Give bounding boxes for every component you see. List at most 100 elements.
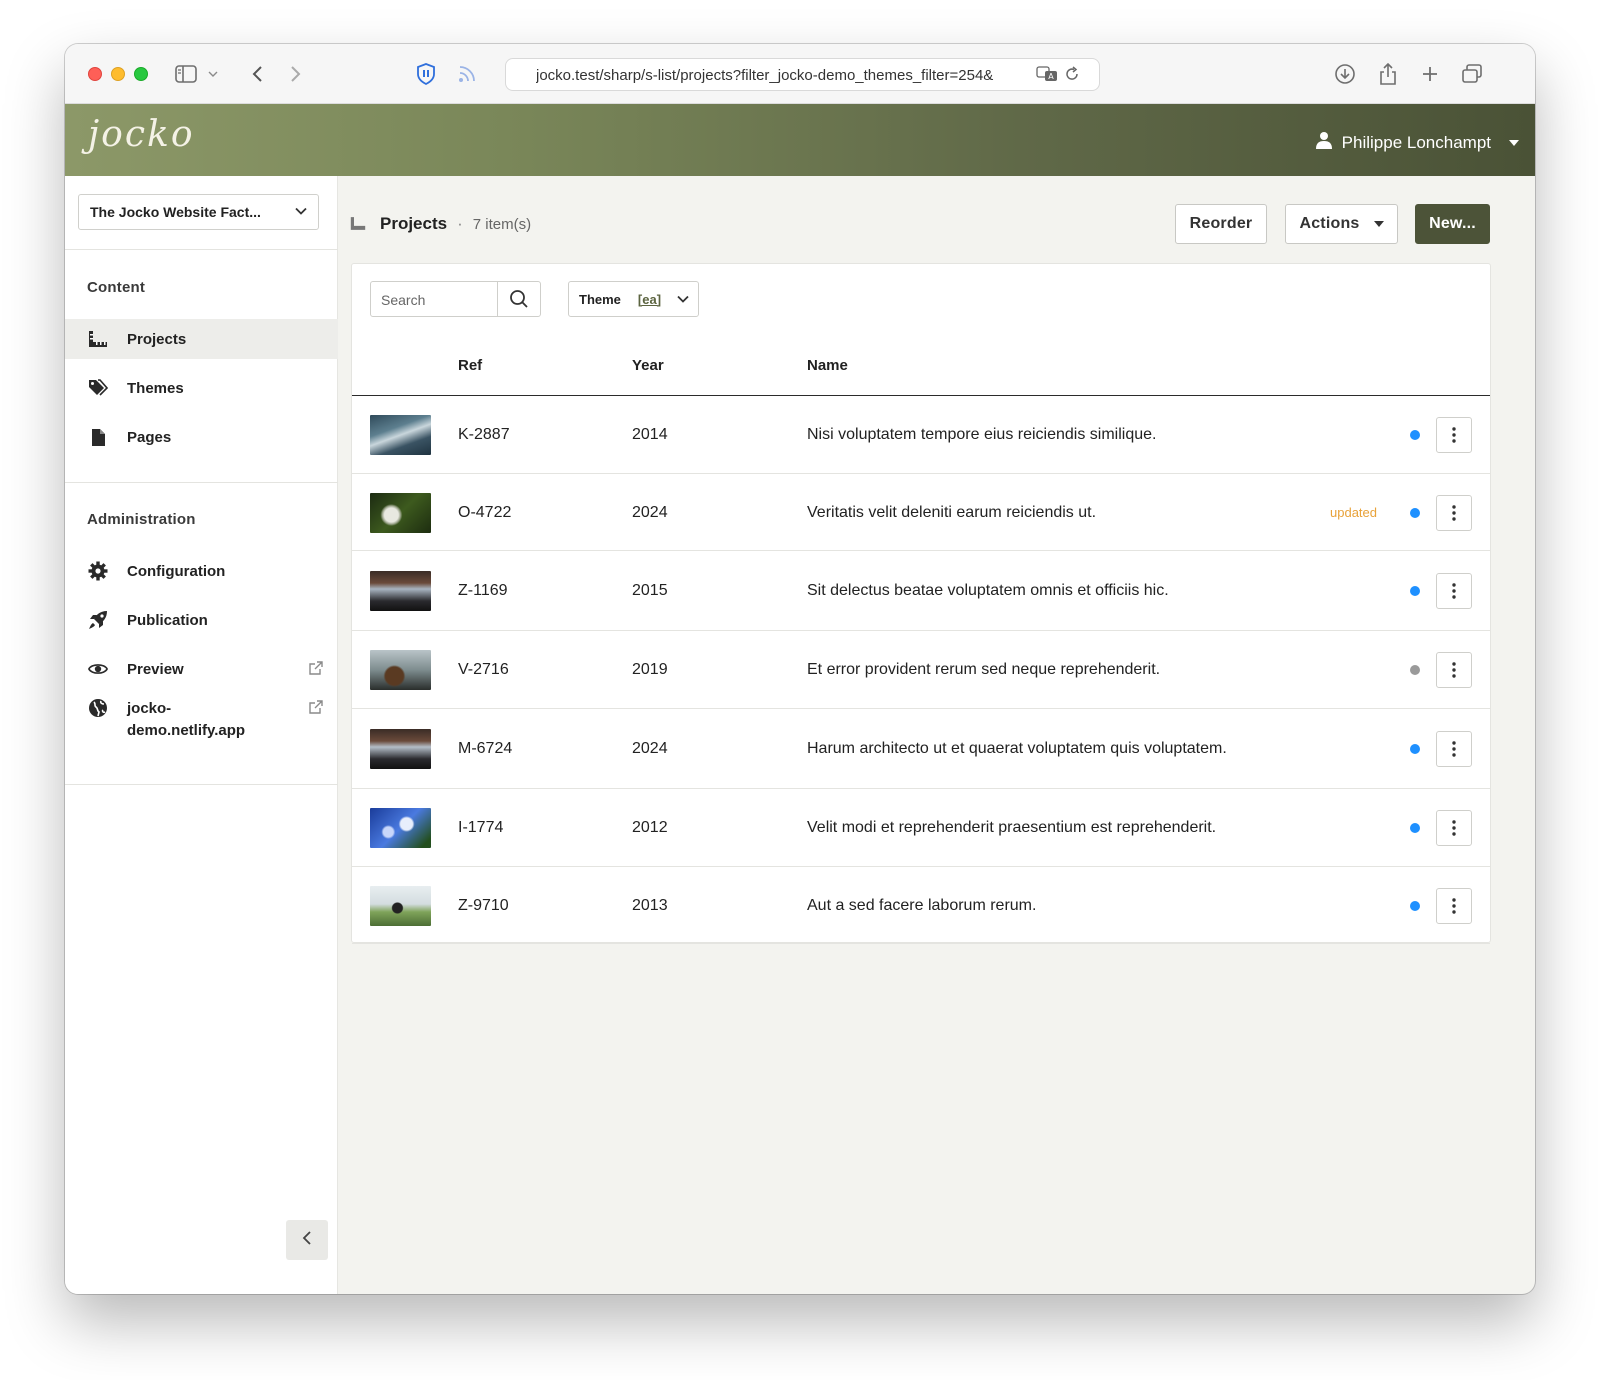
project-thumbnail <box>370 808 431 848</box>
url-text: jocko.test/sharp/s-list/projects?filter_… <box>536 67 1036 84</box>
cell-year: 2012 <box>632 819 668 836</box>
search-placeholder: Search <box>381 292 426 308</box>
sidebar-item-netlify[interactable]: jocko- demo.netlify.app <box>65 698 338 748</box>
globe-icon <box>88 698 108 718</box>
user-menu[interactable]: Philippe Lonchampt <box>1315 131 1519 154</box>
more-vertical-icon <box>1452 427 1456 443</box>
state-indicator[interactable] <box>1410 744 1420 754</box>
cell-ref: Z-1169 <box>458 582 508 599</box>
actions-button[interactable]: Actions <box>1285 204 1398 244</box>
table-row[interactable]: Z-1169 2015 Sit delectus beatae voluptatem… <box>352 551 1490 631</box>
sidebar-heading-content: Content <box>87 279 146 296</box>
new-tab-plus-icon[interactable] <box>1416 60 1444 88</box>
state-indicator[interactable] <box>1410 665 1420 675</box>
row-actions-button[interactable] <box>1436 887 1472 924</box>
row-actions-button[interactable] <box>1436 652 1472 688</box>
site-selector[interactable]: The Jocko Website Fact... <box>78 194 319 230</box>
new-button[interactable]: New... <box>1415 204 1490 244</box>
cell-ref: M-6724 <box>458 740 513 757</box>
share-icon[interactable] <box>1374 60 1402 88</box>
reload-icon[interactable] <box>1064 66 1080 87</box>
table-row[interactable]: V-2716 2019 Et error provident rerum sed n… <box>352 631 1490 709</box>
sidebar-item-label: Preview <box>127 660 184 678</box>
new-button-label: New... <box>1429 215 1476 232</box>
cell-name: Harum architecto ut et quaerat voluptate… <box>807 740 1227 757</box>
svg-text:A: A <box>1048 72 1054 81</box>
item-count: 7 item(s) <box>472 215 532 233</box>
cell-name: Nisi voluptatem tempore eius reiciendis … <box>807 426 1157 443</box>
sidebar-divider <box>65 784 338 785</box>
sidebar-item-label: Publication <box>127 611 208 629</box>
row-actions-button[interactable] <box>1436 417 1472 453</box>
address-bar[interactable]: jocko.test/sharp/s-list/projects?filter_… <box>505 58 1100 91</box>
row-actions-button[interactable] <box>1436 494 1472 531</box>
table-row[interactable]: I-1774 2012 Velit modi et reprehenderit pr… <box>352 789 1490 867</box>
zoom-window-button[interactable] <box>134 67 148 81</box>
column-header-year[interactable]: Year <box>632 357 664 374</box>
sidebar-item-pages[interactable]: Pages <box>65 417 338 457</box>
sidebar-divider <box>65 482 338 483</box>
row-actions-button[interactable] <box>1436 810 1472 846</box>
chevron-down-icon[interactable] <box>203 60 223 88</box>
sidebar-item-label: Configuration <box>127 562 226 580</box>
project-thumbnail <box>370 885 431 926</box>
cell-year: 2024 <box>632 740 668 757</box>
project-thumbnail <box>370 415 431 455</box>
caret-down-icon <box>1373 221 1384 227</box>
chevron-left-icon <box>302 1230 312 1250</box>
state-indicator[interactable] <box>1410 507 1420 518</box>
sidebar-item-label-line2: demo.netlify.app <box>127 722 246 739</box>
reorder-button-label: Reorder <box>1189 215 1253 232</box>
column-header-name[interactable]: Name <box>807 357 848 374</box>
row-actions-button[interactable] <box>1436 731 1472 767</box>
table-row[interactable]: O-4722 2024 Veritatis velit deleniti earum… <box>352 474 1490 551</box>
shield-icon[interactable] <box>412 60 440 88</box>
theme-filter[interactable]: Theme [ea] <box>568 281 699 317</box>
state-indicator[interactable] <box>1410 430 1420 440</box>
project-thumbnail <box>370 650 431 690</box>
state-indicator[interactable] <box>1410 900 1420 911</box>
state-indicator[interactable] <box>1410 586 1420 596</box>
rss-icon[interactable] <box>453 60 481 88</box>
user-icon <box>1315 131 1332 154</box>
cell-year: 2024 <box>632 503 668 521</box>
table-row[interactable]: K-2887 2014 Nisi voluptatem tempore eius r… <box>352 396 1490 474</box>
collapse-sidebar-button[interactable] <box>286 1220 328 1260</box>
column-header-ref[interactable]: Ref <box>458 357 482 374</box>
state-indicator[interactable] <box>1410 823 1420 833</box>
app-logo[interactable]: jocko <box>88 114 195 155</box>
translate-icon[interactable]: A <box>1036 66 1058 87</box>
ruler-icon <box>350 216 366 232</box>
theme-filter-value: [ea] <box>637 291 662 307</box>
cell-name: Sit delectus beatae voluptatem omnis et … <box>807 582 1169 599</box>
table-row[interactable]: M-6724 2024 Harum architecto ut et quaerat… <box>352 709 1490 789</box>
more-vertical-icon <box>1452 662 1456 678</box>
search-button[interactable] <box>497 282 540 316</box>
cell-ref: I-1774 <box>458 819 504 836</box>
file-icon <box>88 427 108 447</box>
sidebar-item-projects[interactable]: Projects <box>65 319 338 359</box>
table-row[interactable]: Z-9710 2013 Aut a sed facere laborum rerum… <box>352 867 1490 944</box>
breadcrumb: Projects · 7 item(s) <box>350 214 531 234</box>
sidebar-item-publication[interactable]: Publication <box>65 600 338 640</box>
sidebar-heading-administration: Administration <box>87 511 196 528</box>
separator-dot: · <box>457 214 463 233</box>
ruler-icon <box>88 329 108 349</box>
sidebar-item-preview[interactable]: Preview <box>65 649 338 689</box>
sidebar-item-configuration[interactable]: Configuration <box>65 551 338 591</box>
minimize-window-button[interactable] <box>111 67 125 81</box>
sidebar-toggle-icon[interactable] <box>172 60 200 88</box>
tab-overview-icon[interactable] <box>1458 60 1486 88</box>
site-selector-value: The Jocko Website Fact... <box>90 204 261 220</box>
reorder-button[interactable]: Reorder <box>1175 204 1267 244</box>
actions-button-label: Actions <box>1299 215 1360 232</box>
sidebar-item-themes[interactable]: Themes <box>65 368 338 408</box>
back-arrow-icon[interactable] <box>243 60 271 88</box>
download-icon[interactable] <box>1331 60 1359 88</box>
search-input[interactable]: Search <box>370 281 541 317</box>
project-thumbnail <box>370 571 431 611</box>
close-window-button[interactable] <box>88 67 102 81</box>
row-actions-button[interactable] <box>1436 573 1472 609</box>
sidebar-item-label: Themes <box>127 379 184 397</box>
forward-arrow-icon[interactable] <box>282 60 310 88</box>
